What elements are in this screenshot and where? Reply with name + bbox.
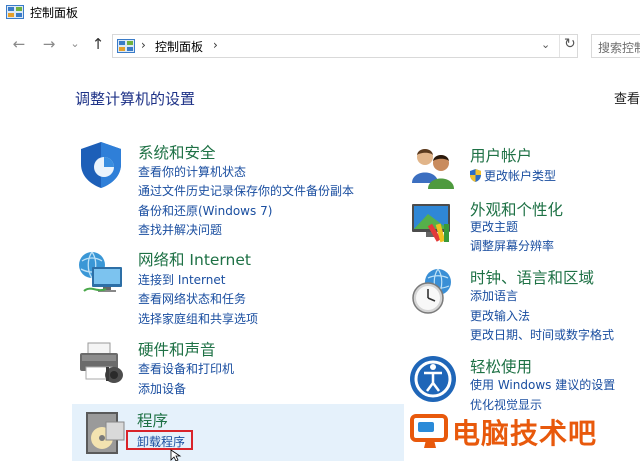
up-arrow-icon[interactable]: ↑ [89, 35, 107, 53]
link-screen-resolution[interactable]: 调整屏幕分辨率 [470, 237, 554, 254]
refresh-icon[interactable]: ↻ [564, 36, 576, 52]
link-file-history-backup[interactable]: 通过文件历史记录保存你的文件备份副本 [138, 182, 354, 199]
category-title-clock-language-region[interactable]: 时钟、语言和区域 [470, 266, 594, 288]
ease-of-access-icon[interactable] [408, 354, 458, 404]
category-title-ease-of-access[interactable]: 轻松使用 [470, 355, 532, 377]
highlight-box [126, 430, 193, 450]
category-title-user-accounts[interactable]: 用户帐户 [470, 144, 532, 166]
link-network-status[interactable]: 查看网络状态和任务 [138, 290, 246, 307]
programs-icon[interactable] [80, 408, 130, 458]
link-change-date-time-format[interactable]: 更改日期、时间或数字格式 [470, 326, 614, 343]
breadcrumb-separator-icon[interactable]: › [141, 38, 146, 52]
mouse-cursor-icon [170, 449, 182, 461]
link-backup-restore[interactable]: 备份和还原(Windows 7) [138, 202, 272, 219]
link-add-language[interactable]: 添加语言 [470, 287, 518, 304]
link-change-input-method[interactable]: 更改输入法 [470, 307, 530, 324]
appearance-icon[interactable] [408, 198, 458, 248]
shield-icon[interactable] [76, 140, 126, 190]
link-change-account-type-label: 更改帐户类型 [484, 169, 557, 183]
navigation-bar: ← → ⌄ ↑ › 控制面板 › ⌄ ↻ 搜索控制面板 [0, 28, 640, 62]
link-troubleshoot[interactable]: 查找并解决问题 [138, 221, 222, 238]
breadcrumb-control-panel[interactable]: 控制面板 [155, 38, 203, 55]
title-bar: 控制面板 [0, 0, 640, 26]
users-icon[interactable] [408, 143, 458, 193]
printer-icon[interactable] [76, 337, 126, 387]
clock-globe-icon[interactable] [408, 266, 458, 316]
link-view-computer-status[interactable]: 查看你的计算机状态 [138, 163, 246, 180]
watermark-text: 电脑技术吧 [452, 417, 598, 450]
search-input[interactable]: 搜索控制面板 [591, 34, 640, 58]
control-panel-icon [6, 5, 24, 19]
link-add-device[interactable]: 添加设备 [138, 380, 186, 397]
watermark-monitor-logo-icon [410, 414, 448, 448]
category-title-network-internet[interactable]: 网络和 Internet [138, 248, 251, 270]
category-title-hardware-sound[interactable]: 硬件和声音 [138, 338, 216, 360]
search-placeholder: 搜索控制面板 [598, 41, 640, 55]
link-change-theme[interactable]: 更改主题 [470, 218, 518, 235]
view-by-label[interactable]: 查看方式 [614, 88, 640, 107]
link-recommended-settings[interactable]: 使用 Windows 建议的设置 [470, 376, 615, 393]
forward-arrow-icon[interactable]: → [40, 35, 58, 53]
control-panel-icon [117, 39, 135, 53]
network-icon[interactable] [76, 247, 126, 297]
watermark: 电脑技术吧 [404, 404, 640, 461]
recent-locations-chevron-icon[interactable]: ⌄ [66, 35, 84, 53]
link-devices-printers[interactable]: 查看设备和打印机 [138, 360, 234, 377]
link-change-account-type[interactable]: 更改帐户类型 [470, 167, 556, 184]
address-bar[interactable]: › 控制面板 › ⌄ ↻ [112, 34, 578, 58]
page-title: 调整计算机的设置 [75, 90, 196, 108]
breadcrumb-separator-icon[interactable]: › [213, 38, 218, 52]
window-title: 控制面板 [30, 6, 79, 20]
link-connect-internet[interactable]: 连接到 Internet [138, 271, 225, 288]
address-dropdown-icon[interactable]: ⌄ [541, 38, 550, 51]
address-divider [559, 35, 560, 57]
uac-shield-icon [470, 169, 481, 182]
back-arrow-icon[interactable]: ← [10, 35, 28, 53]
category-title-appearance[interactable]: 外观和个性化 [470, 198, 563, 220]
category-title-programs[interactable]: 程序 [137, 409, 168, 431]
category-title-system-security[interactable]: 系统和安全 [138, 141, 216, 163]
link-homegroup-sharing[interactable]: 选择家庭组和共享选项 [138, 310, 258, 327]
